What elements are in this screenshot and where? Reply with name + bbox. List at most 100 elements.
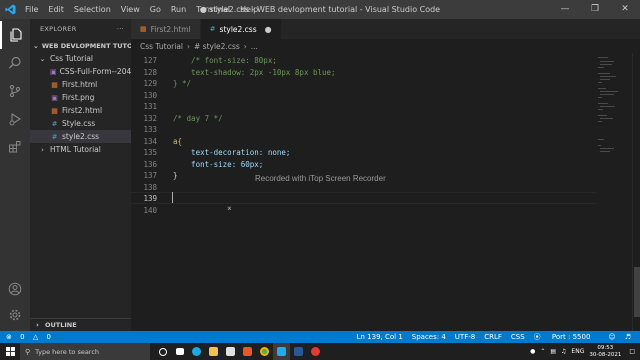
file-first-html[interactable]: ▦ First.html — [30, 78, 131, 91]
minimap-line — [598, 97, 602, 98]
line-number: 136 — [143, 159, 157, 169]
feedback-icon[interactable]: ☺ — [608, 333, 615, 341]
breadcrumb-folder[interactable]: Css Tutorial — [140, 42, 183, 51]
run-debug-icon[interactable] — [0, 105, 30, 133]
menu-edit[interactable]: Edit — [43, 0, 69, 19]
close-icon[interactable]: ✕ — [610, 0, 640, 19]
user-tray-icon[interactable]: ● — [530, 348, 535, 355]
minimize-icon[interactable]: — — [550, 0, 580, 19]
network-icon[interactable]: ▤ — [550, 348, 556, 355]
status-left: ⊗ 0 △ 0 — [0, 333, 63, 341]
file-encoding[interactable]: UTF-8 — [455, 333, 475, 341]
problems-indicator[interactable]: ⊗ 0 △ 0 — [6, 333, 57, 341]
language-mode[interactable]: CSS — [511, 333, 525, 341]
code-line: 132 /* day 7 */ — [131, 113, 596, 125]
live-server-port[interactable]: ⦿ Port : 5500 — [534, 332, 600, 342]
scrollbar-thumb[interactable] — [634, 267, 640, 317]
folder-label: HTML Tutorial — [50, 145, 101, 154]
cursor-position[interactable]: Ln 139, Col 1 — [357, 333, 403, 341]
html-icon: ▦ — [51, 80, 58, 89]
taskbar-search[interactable]: ⚲ Type here to search — [20, 343, 150, 360]
breadcrumb-file[interactable]: # style2.css — [194, 42, 240, 51]
minimap-line — [600, 64, 612, 65]
folder-html-tutorial[interactable]: › HTML Tutorial — [30, 143, 131, 156]
search-icon[interactable] — [0, 49, 30, 77]
outline-section[interactable]: › OUTLINE — [30, 318, 131, 331]
show-hidden-icon[interactable]: ⌃ — [540, 348, 545, 355]
store-icon[interactable] — [222, 343, 239, 360]
minimap-line — [598, 88, 606, 89]
indentation[interactable]: Spaces: 4 — [412, 333, 446, 341]
chevron-right-icon: › — [36, 321, 39, 329]
menu-terminal[interactable]: Terminal — [191, 0, 235, 19]
unsaved-dot-icon[interactable]: ● — [265, 25, 272, 34]
clock-date: 30-08-2021 — [589, 351, 622, 358]
minimap[interactable] — [596, 53, 632, 331]
code-line: 130 — [131, 90, 596, 102]
taskbar-grid-icon[interactable] — [171, 343, 188, 360]
restore-icon[interactable]: ❐ — [580, 0, 610, 19]
css-icon: # — [51, 119, 58, 128]
error-icon: ⊗ — [6, 333, 12, 341]
file-explorer-icon[interactable] — [205, 343, 222, 360]
tab-style2-css[interactable]: # style2.css ● — [200, 19, 282, 39]
end-of-line[interactable]: CRLF — [484, 333, 502, 341]
volume-icon[interactable]: ♫ — [561, 348, 566, 355]
css-icon: # — [51, 132, 58, 141]
tab-first2-html[interactable]: ▦ First2.html — [131, 19, 201, 39]
folder-label: Css Tutorial — [50, 54, 94, 63]
line-code: text-decoration: none; — [173, 148, 291, 157]
file-css-full-form[interactable]: ▣ CSS-Full-Form--204... — [30, 65, 131, 78]
source-control-icon[interactable] — [0, 77, 30, 105]
extensions-icon[interactable] — [0, 133, 30, 161]
menu-file[interactable]: File — [20, 0, 43, 19]
file-first2-html[interactable]: ▦ First2.html — [30, 104, 131, 117]
line-code: text-shadow: 2px -10px 8px blue; — [173, 67, 336, 77]
menu-run[interactable]: Run — [166, 0, 191, 19]
line-code: a{ — [173, 136, 183, 146]
vscode-taskbar-icon[interactable] — [273, 343, 290, 360]
word-icon[interactable] — [290, 343, 307, 360]
clock[interactable]: 09:53 30-08-2021 — [589, 345, 621, 359]
file-style-css[interactable]: # Style.css — [30, 117, 131, 130]
explorer-sidebar: EXPLORER ··· ⌄ WEB DEVLOPMENT TUTOR... ⌄… — [30, 19, 131, 331]
menu-selection[interactable]: Selection — [69, 0, 116, 19]
chrome-icon[interactable] — [256, 343, 273, 360]
account-icon[interactable] — [0, 275, 30, 303]
line-code: /* day 7 */ — [173, 113, 223, 123]
vertical-scrollbar[interactable] — [632, 53, 640, 331]
minimap-line — [600, 61, 614, 62]
keyboard-language[interactable]: ENG — [571, 348, 584, 355]
tab-label: First2.html — [150, 24, 191, 34]
edge-icon[interactable] — [188, 343, 205, 360]
workspace-name: WEB DEVLOPMENT TUTOR... — [41, 41, 131, 50]
chevron-down-icon: ⌄ — [39, 54, 46, 63]
notifications-bell-icon[interactable]: ♬ — [625, 333, 631, 341]
notification-center-icon[interactable]: □ — [629, 348, 635, 355]
menu-help[interactable]: Help — [235, 0, 263, 19]
taskbar-apps — [154, 343, 324, 360]
file-first-png[interactable]: ▣ First.png — [30, 91, 131, 104]
recorder-icon[interactable] — [307, 343, 324, 360]
file-style2-css[interactable]: # style2.css — [30, 130, 131, 143]
explorer-icon[interactable] — [0, 21, 30, 49]
chevron-right-icon: › — [243, 41, 247, 51]
task-view-icon[interactable] — [154, 343, 171, 360]
line-code: font-size: 60px; — [173, 159, 264, 169]
folder-css-tutorial[interactable]: ⌄ Css Tutorial — [30, 52, 131, 65]
breadcrumb-symbol[interactable]: ... — [251, 42, 258, 51]
code-editor[interactable]: 127 /* font-size: 80px; 128 text-shadow:… — [131, 53, 596, 331]
windows-start-icon[interactable] — [0, 343, 20, 360]
explorer-title: EXPLORER — [40, 25, 77, 33]
menu-go[interactable]: Go — [145, 0, 166, 19]
more-actions-icon[interactable]: ··· — [117, 25, 124, 33]
media-icon[interactable] — [239, 343, 256, 360]
workspace-section[interactable]: ⌄ WEB DEVLOPMENT TUTOR... — [30, 39, 131, 52]
code-line: 131 — [131, 101, 596, 113]
explorer-header: EXPLORER ··· — [30, 19, 131, 39]
manage-gear-icon[interactable] — [0, 301, 30, 329]
menu-view[interactable]: View — [116, 0, 145, 19]
minimap-line — [600, 118, 613, 119]
